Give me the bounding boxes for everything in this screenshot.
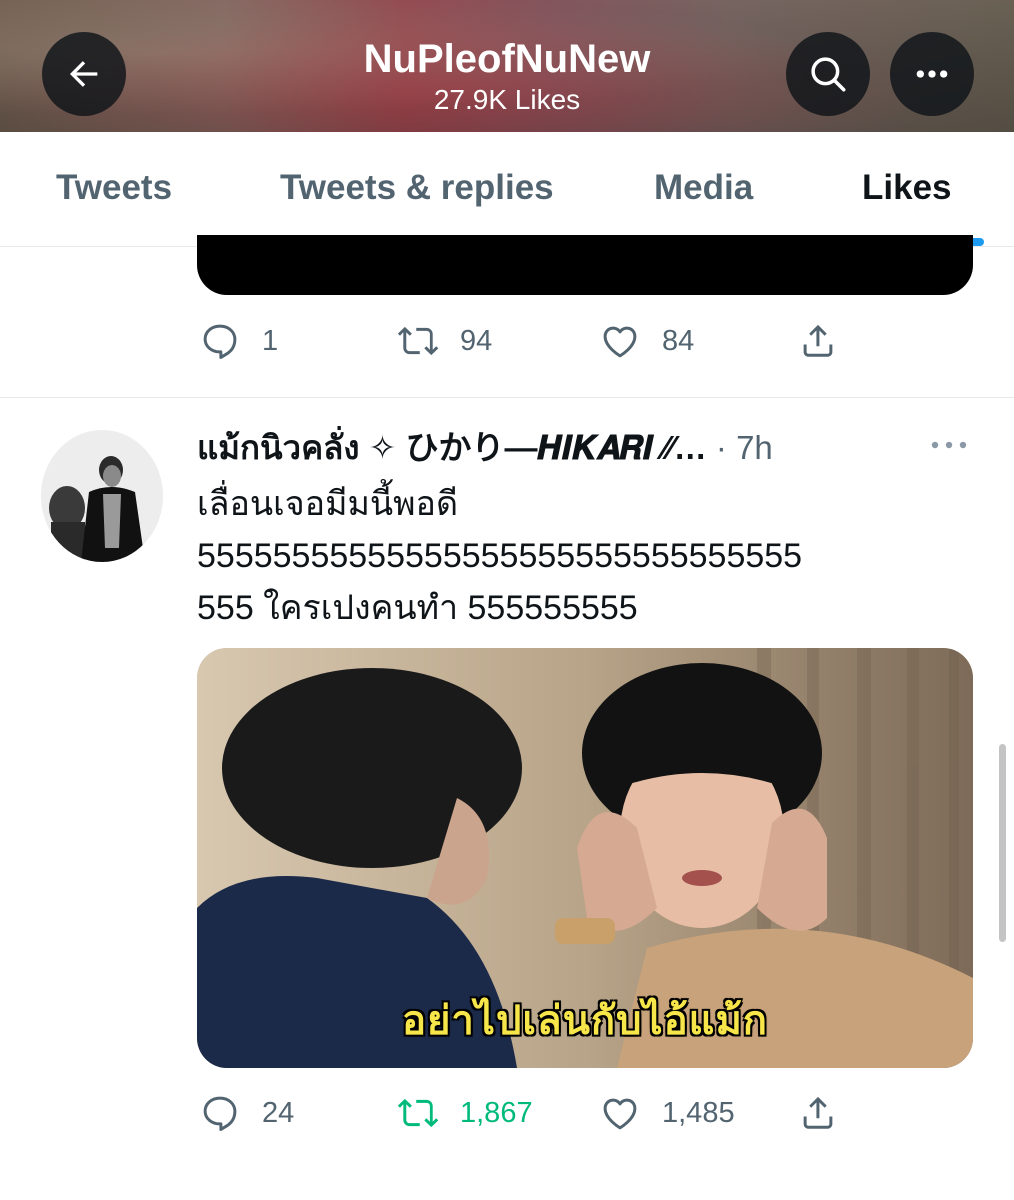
more-icon [916,70,948,78]
share-button[interactable] [796,1088,840,1138]
reply-count: 1 [262,324,279,357]
tweet-media[interactable] [197,235,973,295]
like-count: 84 [662,324,695,357]
tab-media[interactable]: Media [654,168,753,208]
avatar[interactable] [41,430,163,562]
share-icon [796,319,840,363]
reply-icon [198,319,242,363]
tweet-actions: 24 1,867 1,485 [0,1088,1014,1138]
tweet-text-line: 555 ใครเปงคนทำ 555555555 [197,589,638,627]
profile-tabs: Tweets Tweets & replies Media Likes [0,132,1014,247]
tweet-text-line: 55555555555555555555555555555555 [197,537,803,575]
reply-button[interactable]: 24 [198,1088,294,1138]
reply-button[interactable]: 1 [198,316,278,366]
scrollbar[interactable] [999,744,1006,942]
retweet-button[interactable]: 1,867 [396,1088,533,1138]
reply-count: 24 [262,1096,295,1129]
share-icon [796,1091,840,1135]
tweet-media-image[interactable]: อย่าไปเล่นกับไอ้แม้ก [197,648,973,1068]
search-icon [811,57,846,92]
reply-icon [198,1091,242,1135]
tweet-text-line: เลื่อนเจอมีมนี้พอดี [197,485,459,523]
tab-likes[interactable]: Likes [862,168,952,208]
retweet-icon [396,1091,440,1135]
tweet-timestamp[interactable]: 7h [736,429,773,466]
tweet-actions: 1 94 84 [0,316,1014,366]
like-button[interactable]: 1,485 [598,1088,735,1138]
search-button[interactable] [786,32,870,116]
heart-icon [598,319,642,363]
profile-header: NuPleofNuNew 27.9K Likes [0,0,1014,132]
retweet-icon [396,319,440,363]
header-separator: · [715,429,727,466]
retweet-button[interactable]: 94 [396,316,492,366]
media-caption: อย่าไปเล่นกับไอ้แม้ก [401,998,769,1044]
arrow-left-icon [70,61,98,87]
tweet-divider [0,397,1014,398]
profile-name: NuPleofNuNew [363,37,651,81]
tab-tweets[interactable]: Tweets [56,168,172,208]
retweet-count: 94 [460,324,493,357]
author-name[interactable]: แม้กนิวคลั่ง ✧ ひかり—𝑯𝑰𝑲𝑨𝑹𝑰 ⁄⁄… [197,429,707,466]
like-count: 1,485 [662,1096,735,1129]
tab-tweets-replies[interactable]: Tweets & replies [280,168,554,208]
back-button[interactable] [42,32,126,116]
more-icon [931,441,967,449]
like-button[interactable]: 84 [598,316,694,366]
tweet-text: เลื่อนเจอมีมนี้พอดี 55555555555555555555… [197,478,987,634]
share-button[interactable] [796,316,840,366]
retweet-count: 1,867 [460,1096,533,1129]
more-button[interactable] [890,32,974,116]
tweet-header: แม้กนิวคลั่ง ✧ ひかり—𝑯𝑰𝑲𝑨𝑹𝑰 ⁄⁄… · 7h [197,426,917,470]
heart-icon [598,1091,642,1135]
likes-count: 27.9K Likes [433,84,581,115]
tweet-more-button[interactable] [928,430,970,460]
